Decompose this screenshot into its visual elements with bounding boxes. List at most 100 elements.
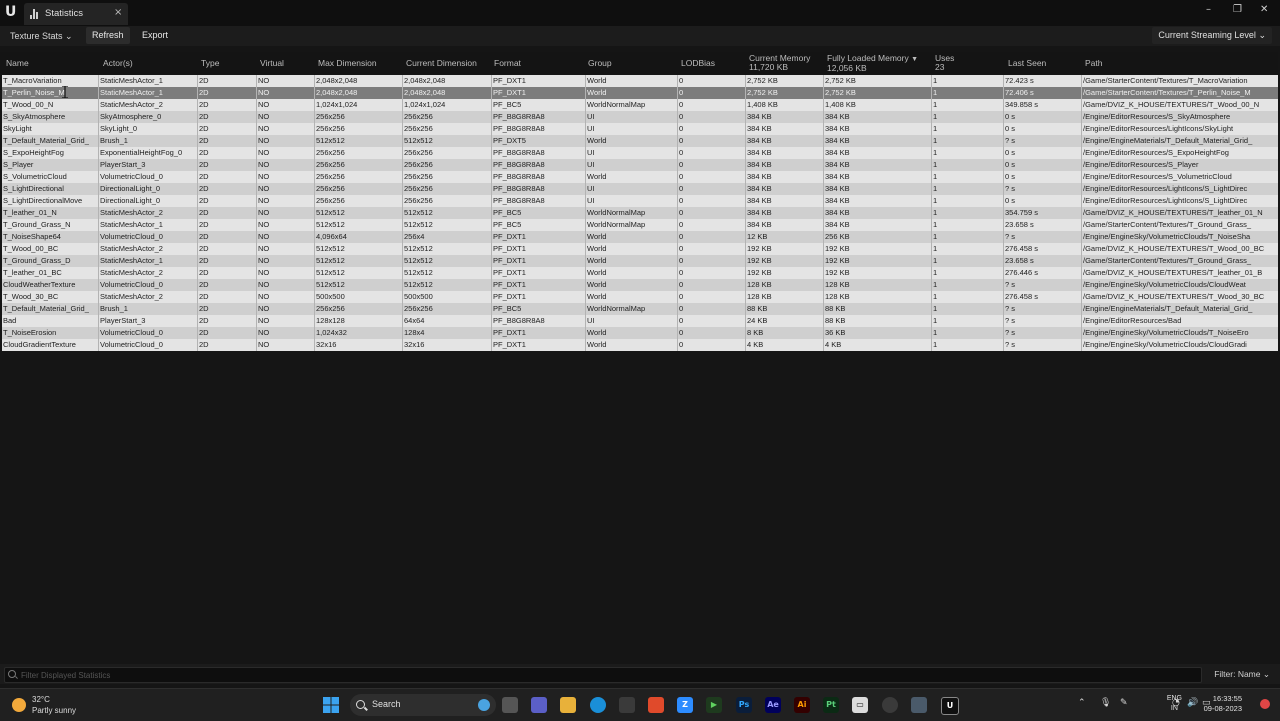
col-max-dimension[interactable]: Max Dimension <box>318 52 377 74</box>
col-last-seen[interactable]: Last Seen <box>1008 52 1046 74</box>
table-row[interactable]: T_MacroVariation StaticMeshActor_1 2D NO 2,0… <box>2 75 1278 87</box>
column-separator <box>314 291 315 303</box>
tab-statistics[interactable]: Statistics × <box>24 3 128 25</box>
cell-lodbias: 0 <box>679 148 684 157</box>
column-separator <box>1003 111 1004 123</box>
cell-actors: PlayerStart_3 <box>100 316 146 325</box>
window-close-icon[interactable]: ✕ <box>1260 4 1268 15</box>
chrome-icon[interactable] <box>882 697 898 713</box>
cell-format: PF_BC5 <box>493 100 522 109</box>
painter-icon[interactable]: Pt <box>823 697 839 713</box>
table-row[interactable]: S_ExpoHeightFog ExponentialHeightFog_0 2D N… <box>2 147 1278 159</box>
column-separator <box>402 339 403 351</box>
table-row[interactable]: T_leather_01_N StaticMeshActor_2 2D NO 512x5… <box>2 207 1278 219</box>
table-row[interactable]: T_Wood_00_N StaticMeshActor_2 2D NO 1,024x1,… <box>2 99 1278 111</box>
illustrator-icon[interactable]: Ai <box>794 697 810 713</box>
table-row[interactable]: T_leather_01_BC StaticMeshActor_2 2D NO 512x… <box>2 267 1278 279</box>
cell-fully-loaded-memory: 192 KB <box>825 256 850 265</box>
clock[interactable]: 16:33:55 09-08-2023 <box>1204 694 1242 714</box>
table-row[interactable]: S_SkyAtmosphere SkyAtmosphere_0 2D NO 256x25… <box>2 111 1278 123</box>
unreal-engine-icon[interactable]: U <box>941 697 959 715</box>
refresh-button[interactable]: Refresh <box>86 27 130 44</box>
column-separator <box>931 111 932 123</box>
teams-icon[interactable] <box>531 697 547 713</box>
filter-input[interactable] <box>21 668 1191 682</box>
taskbar-search[interactable]: Search <box>350 694 496 716</box>
column-separator <box>931 279 932 291</box>
column-separator <box>491 303 492 315</box>
edge-icon[interactable] <box>590 697 606 713</box>
column-separator <box>931 123 932 135</box>
store-icon[interactable] <box>619 697 635 713</box>
minimize-icon[interactable]: – <box>1206 4 1211 15</box>
export-button[interactable]: Export <box>136 27 174 44</box>
table-row[interactable]: SkyLight SkyLight_0 2D NO 256x256 256x256 PF_B… <box>2 123 1278 135</box>
zoom-icon[interactable]: Z <box>677 697 693 713</box>
column-separator <box>745 183 746 195</box>
app-window-icon[interactable] <box>911 697 927 713</box>
table-row[interactable]: S_Player PlayerStart_3 2D NO 256x256 256x256 P… <box>2 159 1278 171</box>
notification-icon[interactable] <box>1260 699 1270 709</box>
brave-icon[interactable] <box>648 697 664 713</box>
table-row[interactable]: T_NoiseErosion VolumetricCloud_0 2D NO 1,024… <box>2 327 1278 339</box>
app-icon[interactable]: ▭ <box>852 697 868 713</box>
col-path[interactable]: Path <box>1085 52 1103 74</box>
col-format[interactable]: Format <box>494 52 521 74</box>
stats-type-dropdown[interactable]: Texture Stats ⌄ <box>4 28 79 44</box>
volume-icon[interactable]: 🔊 <box>1187 698 1198 708</box>
table-row[interactable]: T_Perlin_Noise_M StaticMeshActor_1 2D NO 2,0… <box>2 87 1278 99</box>
media-player-icon[interactable]: ▶ <box>706 697 722 713</box>
column-separator <box>98 135 99 147</box>
column-separator <box>745 303 746 315</box>
table-row[interactable]: CloudWeatherTexture VolumetricCloud_0 2D NO… <box>2 279 1278 291</box>
streaming-level-dropdown[interactable]: Current Streaming Level ⌄ <box>1152 27 1272 44</box>
photoshop-icon[interactable]: Ps <box>736 697 752 713</box>
wifi-icon[interactable]: ◔ <box>1172 698 1180 708</box>
table-row[interactable]: T_Wood_00_BC StaticMeshActor_2 2D NO 512x512… <box>2 243 1278 255</box>
col-name[interactable]: Name <box>6 52 29 74</box>
col-fully-loaded-memory[interactable]: Fully Loaded Memory ▼ 12,056 KB <box>827 52 918 76</box>
after-effects-icon[interactable]: Ae <box>765 697 781 713</box>
windows-start-icon[interactable] <box>323 697 339 713</box>
column-separator <box>1081 171 1082 183</box>
col-type[interactable]: Type <box>201 52 219 74</box>
maximize-icon[interactable]: ❐ <box>1233 4 1242 15</box>
task-view-icon[interactable] <box>502 697 518 713</box>
col-actors[interactable]: Actor(s) <box>103 52 133 74</box>
cell-actors: ExponentialHeightFog_0 <box>100 148 183 157</box>
col-lodbias[interactable]: LODBias <box>681 52 715 74</box>
streaming-level-label: Current Streaming Level <box>1158 30 1256 40</box>
table-row[interactable]: Bad PlayerStart_3 2D NO 128x128 64x64 PF_B8G8R… <box>2 315 1278 327</box>
table-row[interactable]: S_LightDirectional DirectionalLight_0 2D NO… <box>2 183 1278 195</box>
column-separator <box>745 279 746 291</box>
table-row[interactable]: S_LightDirectionalMove DirectionalLight_0… <box>2 195 1278 207</box>
filter-name-dropdown[interactable]: Filter: Name ⌄ <box>1214 667 1270 681</box>
cell-type: 2D <box>199 244 209 253</box>
microphone-icon[interactable]: 🎙 <box>1100 698 1111 708</box>
cell-group: WorldNormalMap <box>587 208 646 217</box>
table-row[interactable]: T_Default_Material_Grid_ Brush_1 2D NO 256x2… <box>2 303 1278 315</box>
column-separator <box>256 339 257 351</box>
file-explorer-icon[interactable] <box>560 697 576 713</box>
show-hidden-icons-icon[interactable]: ⌃ <box>1078 698 1086 708</box>
table-row[interactable]: T_Wood_30_BC StaticMeshActor_2 2D NO 500x500… <box>2 291 1278 303</box>
cell-name: T_Ground_Grass_N <box>3 220 71 229</box>
col-virtual[interactable]: Virtual <box>260 52 284 74</box>
table-row[interactable]: T_NoiseShape64 VolumetricCloud_0 2D NO 4,096… <box>2 231 1278 243</box>
cell-type: 2D <box>199 184 209 193</box>
table-row[interactable]: CloudGradientTexture VolumetricCloud_0 2D N… <box>2 339 1278 351</box>
table-row[interactable]: T_Default_Material_Grid_ Brush_1 2D NO 512x5… <box>2 135 1278 147</box>
col-current-memory[interactable]: Current Memory 11,720 KB <box>749 52 810 76</box>
col-current-dimension[interactable]: Current Dimension <box>406 52 477 74</box>
cell-group: UI <box>587 184 595 193</box>
table-row[interactable]: T_Ground_Grass_D StaticMeshActor_1 2D NO 512… <box>2 255 1278 267</box>
cell-format: PF_DXT1 <box>493 268 526 277</box>
tab-close-icon[interactable]: × <box>114 7 122 18</box>
table-row[interactable]: S_VolumetricCloud VolumetricCloud_0 2D NO 25… <box>2 171 1278 183</box>
pen-icon[interactable]: ✎ <box>1120 698 1128 708</box>
col-group[interactable]: Group <box>588 52 612 74</box>
table-row[interactable]: T_Ground_Grass_N StaticMeshActor_1 2D NO 512… <box>2 219 1278 231</box>
cell-uses: 1 <box>933 100 938 109</box>
col-uses[interactable]: Uses 23 <box>935 52 954 76</box>
cell-type: 2D <box>199 304 209 313</box>
